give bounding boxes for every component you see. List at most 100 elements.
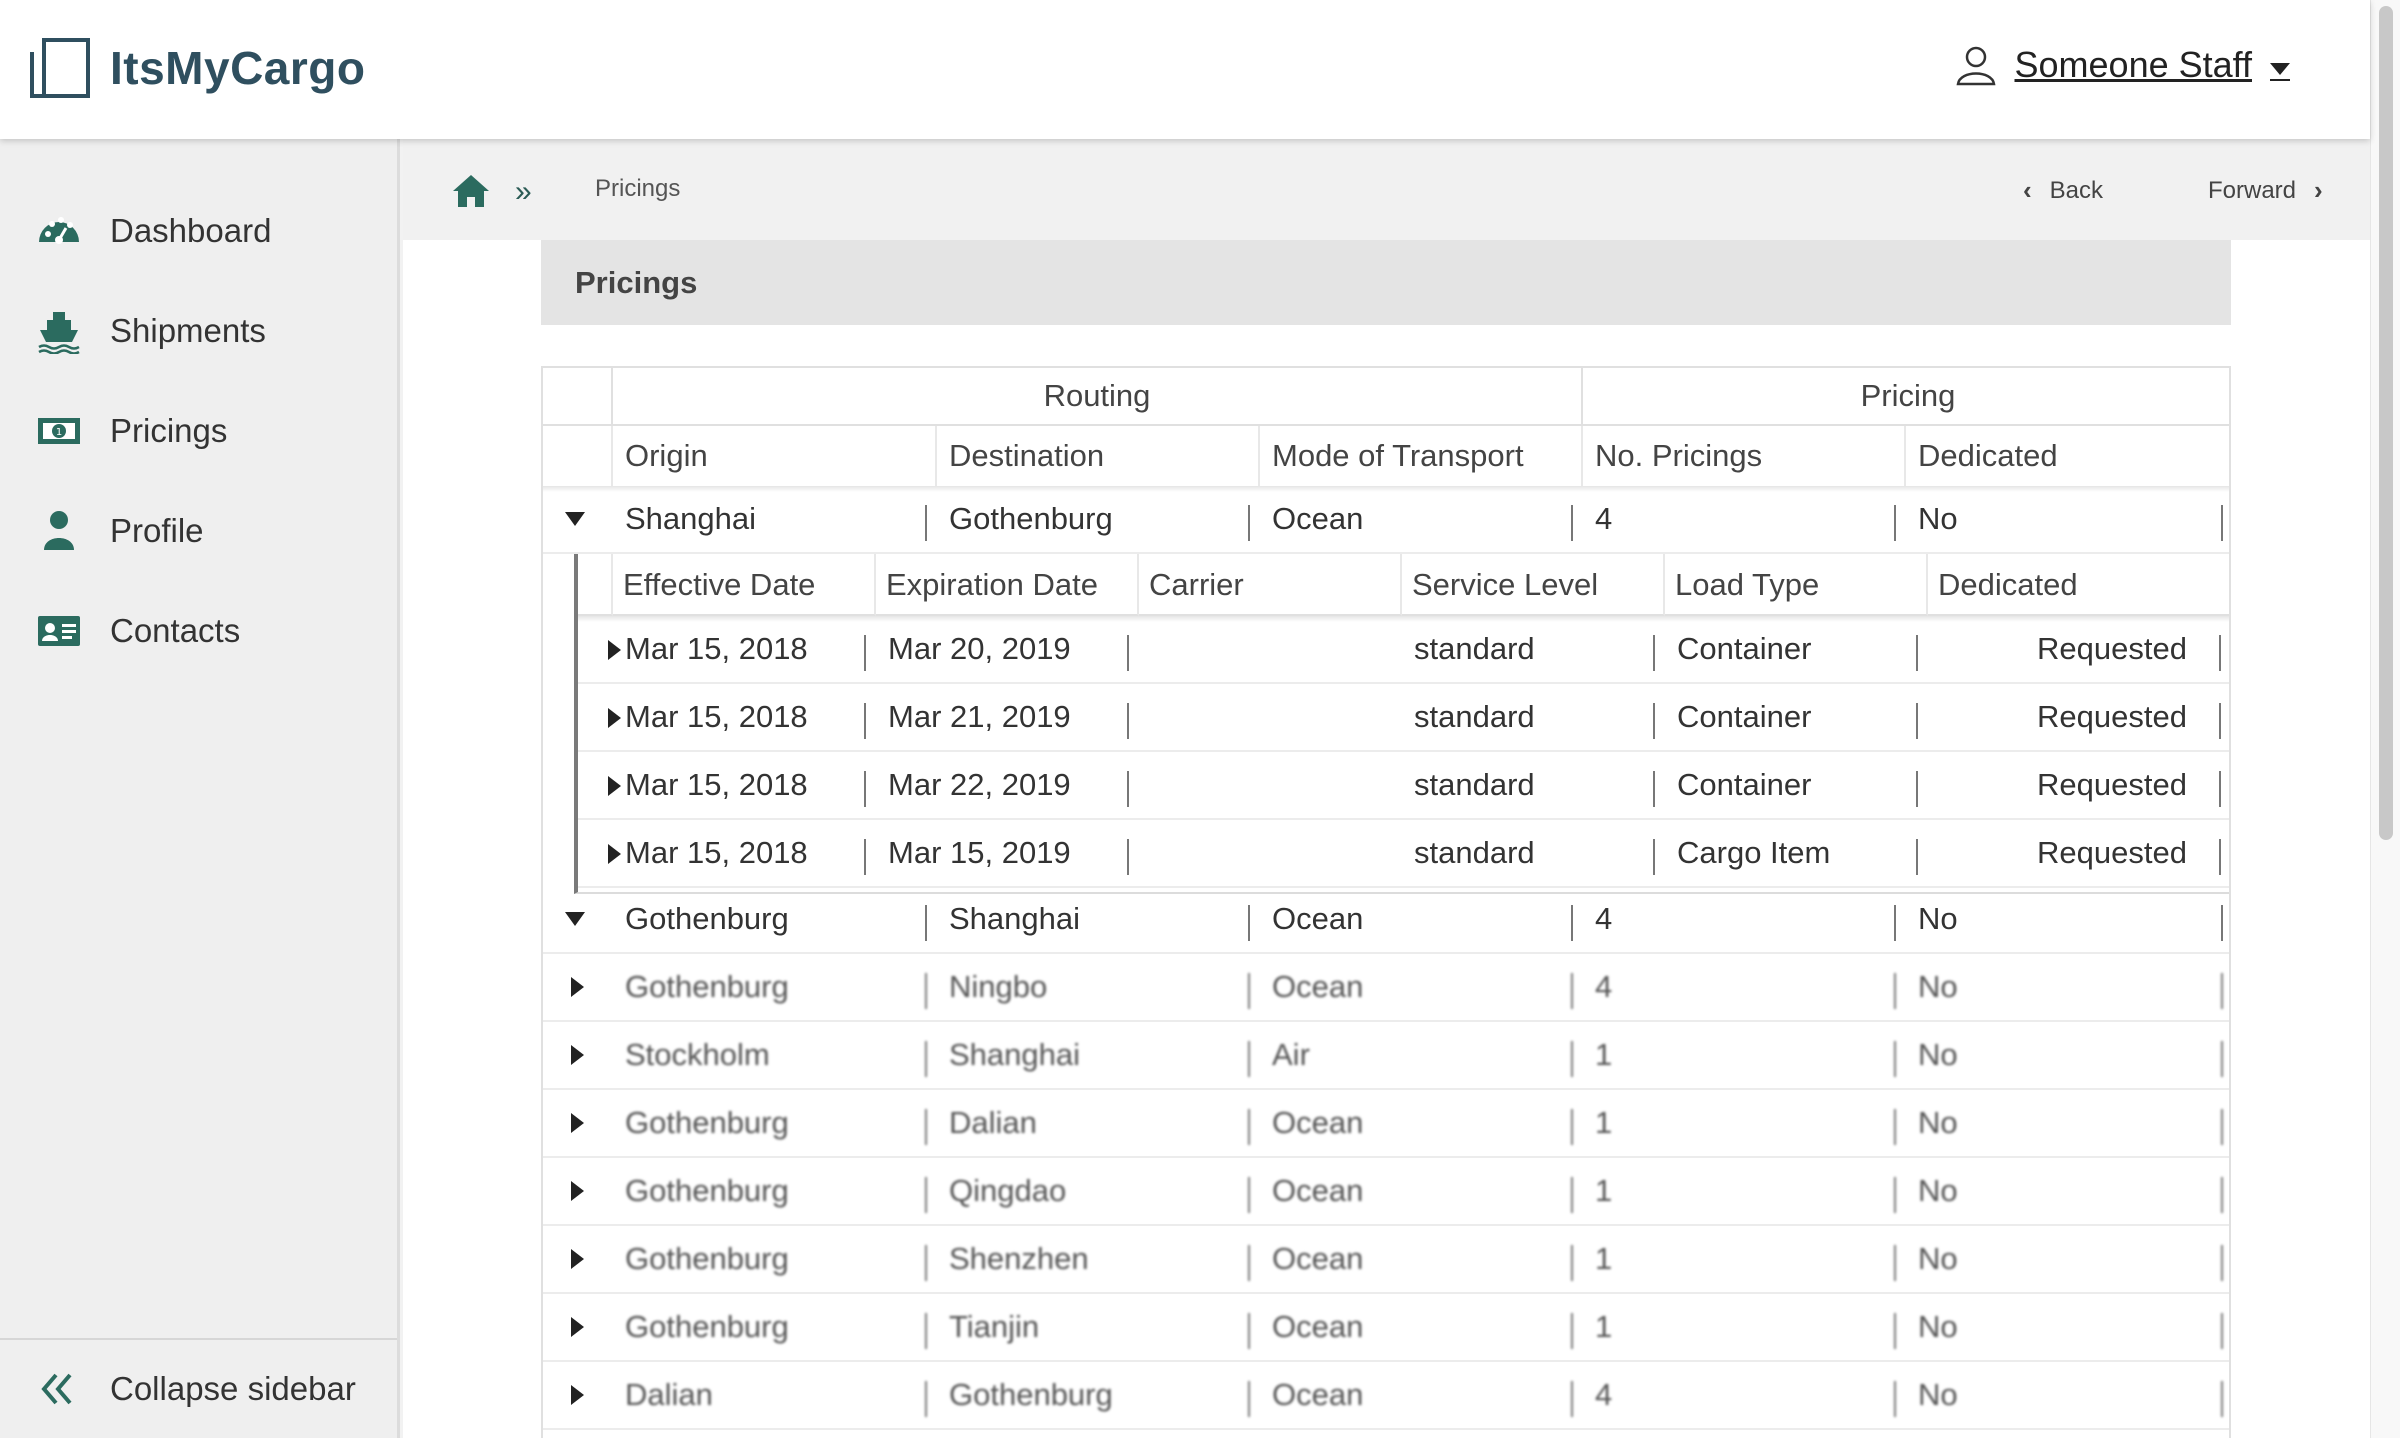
column-header-mode[interactable]: Mode of Transport [1260,426,1583,486]
user-name[interactable]: Someone Staff [2015,44,2253,86]
cell-text: Cargo Item [1677,835,1831,870]
column-header-origin[interactable]: Origin [613,426,937,486]
table-row[interactable]: Gothenburg Ningbo Ocean 4 No [543,954,2229,1022]
collapse-sidebar-button[interactable]: Collapse sidebar [0,1338,397,1438]
table-row[interactable]: Gothenburg Dalian Ocean 1 No [543,1090,2229,1158]
sub-column-header-effective[interactable]: Effective Date [613,554,876,616]
column-divider [1894,1313,1896,1349]
table-row[interactable]: Gothenburg Qingdao Ocean 1 No [543,1158,2229,1226]
column-divider [1571,505,1573,541]
cell-text: Ocean [1272,501,1364,536]
column-header-dedicated[interactable]: Dedicated [1906,426,2229,486]
cell-mode: Ocean [1260,1090,1583,1156]
cell-mode: Ocean [1260,1226,1583,1292]
collapse-row-icon[interactable] [565,512,585,526]
sidebar-item-shipments[interactable]: Shipments [0,281,397,381]
cell-expiration: Mar 20, 2019 [876,616,1139,682]
cell-destination: Shanghai [937,886,1260,952]
home-icon[interactable] [451,173,491,209]
sub-column-header-dedicated[interactable]: Dedicated [1928,554,2229,616]
expand-row-icon[interactable] [571,1249,584,1269]
cell-text: Gothenburg [949,501,1113,536]
cell-text: Mar 21, 2019 [888,699,1071,734]
page-scrollbar[interactable] [2370,0,2400,1438]
cell-text: 4 [1595,901,1613,936]
table-row[interactable]: Gothenburg Shenzhen Ocean 1 No [543,1226,2229,1294]
table-row[interactable]: Stockholm Shanghai Air 1 No [543,1022,2229,1090]
cell-text: Ocean [1272,969,1364,1004]
table-row[interactable]: Gothenburg Tianjin Ocean 1 No [543,1294,2229,1362]
table-row[interactable]: Dalian Gothenburg Ocean 4 No [543,1362,2229,1430]
sidebar-item-pricings[interactable]: 1 Pricings [0,381,397,481]
caret-down-icon[interactable] [2270,63,2290,81]
cell-text: standard [1414,767,1535,802]
sub-column-header-load[interactable]: Load Type [1665,554,1928,616]
cell-dedicated: Requested [1928,820,2229,886]
column-divider [925,505,927,541]
cell-effective: Mar 15, 2018 [613,684,876,750]
cell-text: Requested [2037,767,2187,802]
cell-text: No [1918,901,1958,936]
pricing-row[interactable]: Mar 15, 2018 Mar 15, 2019 standard Cargo… [578,820,2229,888]
cell-text: Ocean [1272,1377,1364,1412]
expand-row-icon[interactable] [571,1317,584,1337]
sub-column-header-expiration[interactable]: Expiration Date [876,554,1139,616]
sub-column-header-service[interactable]: Service Level [1402,554,1665,616]
cell-text: Mar 22, 2019 [888,767,1071,802]
expand-row-icon[interactable] [571,1181,584,1201]
expand-row-icon[interactable] [571,1045,584,1065]
column-divider [925,1109,927,1145]
sidebar: Dashboard Shipments 1 Pricings Profile C… [0,139,400,1438]
column-header-count[interactable]: No. Pricings [1583,426,1906,486]
cell-dedicated: No [1906,1294,2229,1360]
column-divider [925,905,927,941]
forward-button[interactable]: Forward › [2208,175,2323,206]
column-divider [1248,973,1250,1009]
cell-dedicated: Requested [1928,616,2229,682]
sidebar-item-dashboard[interactable]: Dashboard [0,181,397,281]
back-button[interactable]: ‹ Back [2023,175,2103,206]
cell-text: Shanghai [625,501,757,536]
cell-destination: Gothenburg [937,486,1260,552]
cell-dedicated: No [1906,486,2229,552]
breadcrumb: » Pricings ‹ Back Forward › [403,139,2370,240]
cell-dedicated: No [1906,1158,2229,1224]
cell-text: 1 [1595,1309,1613,1344]
expand-row-icon[interactable] [571,1113,584,1133]
cell-effective: Mar 15, 2018 [613,820,876,886]
column-header-destination[interactable]: Destination [937,426,1260,486]
cell-text: Ocean [1272,1309,1364,1344]
cell-text: 1 [1595,1173,1613,1208]
svg-text:1: 1 [56,427,62,438]
column-divider [1127,635,1129,671]
cell-mode: Ocean [1260,1158,1583,1224]
collapse-row-icon[interactable] [565,912,585,926]
cell-text: Gothenburg [625,1241,789,1276]
cell-origin: Gothenburg [613,954,937,1020]
cell-count: 1 [1583,1226,1906,1292]
sub-column-header-carrier[interactable]: Carrier [1139,554,1402,616]
column-divider [1571,973,1573,1009]
cell-load: Cargo Item [1665,820,1928,886]
table-row[interactable]: Shanghai Gothenburg Ocean 4 No [543,486,2229,554]
user-menu[interactable]: Someone Staff [1955,44,2290,86]
column-divider [2219,703,2221,739]
sidebar-item-contacts[interactable]: Contacts [0,581,397,681]
cell-carrier [1139,752,1402,818]
cell-text: No [1918,1377,1958,1412]
expand-row-icon[interactable] [571,1385,584,1405]
column-divider [1653,703,1655,739]
cell-text: 1 [1595,1037,1613,1072]
sidebar-item-profile[interactable]: Profile [0,481,397,581]
scrollbar-thumb[interactable] [2379,6,2393,840]
cell-mode: Air [1260,1022,1583,1088]
pricing-row[interactable]: Mar 15, 2018 Mar 22, 2019 standard Conta… [578,752,2229,820]
table-row[interactable]: Gothenburg Shanghai Ocean 4 No [543,886,2229,954]
pricing-row[interactable]: Mar 15, 2018 Mar 21, 2019 standard Conta… [578,684,2229,752]
sidebar-item-label: Contacts [110,612,241,649]
cell-text: Gothenburg [625,969,789,1004]
cell-text: No [1918,1241,1958,1276]
pricing-row[interactable]: Mar 15, 2018 Mar 20, 2019 standard Conta… [578,616,2229,684]
app-logo[interactable]: ItsMyCargo [28,36,365,100]
expand-row-icon[interactable] [571,977,584,997]
